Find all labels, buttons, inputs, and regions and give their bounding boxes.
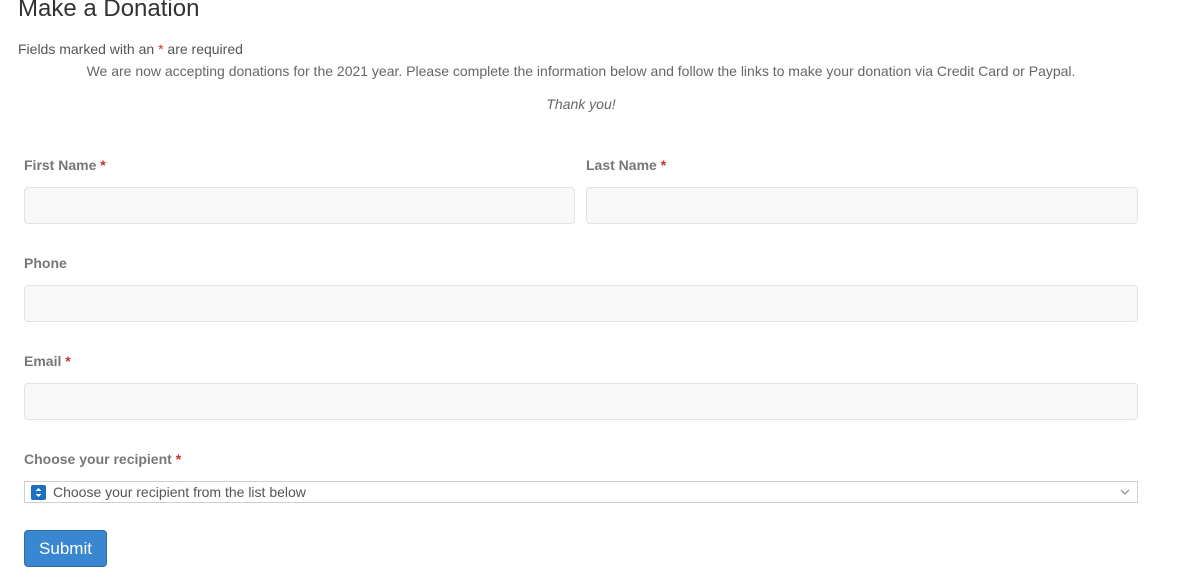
email-input[interactable]	[24, 383, 1138, 420]
phone-input[interactable]	[24, 285, 1138, 322]
chevron-down-icon	[1120, 489, 1130, 495]
recipient-select[interactable]: Choose your recipient from the list belo…	[24, 481, 1138, 503]
sort-arrows-icon	[31, 484, 46, 500]
page-title: Make a Donation	[18, 0, 200, 22]
first-name-input[interactable]	[24, 187, 575, 224]
submit-button[interactable]: Submit	[24, 530, 107, 567]
required-star: *	[175, 451, 182, 467]
recipient-label: Choose your recipient *	[24, 450, 181, 468]
recipient-selected-value: Choose your recipient from the list belo…	[53, 484, 306, 500]
required-note-suffix: are required	[163, 41, 243, 57]
recipient-label-text: Choose your recipient	[24, 451, 172, 467]
thank-you-text: Thank you!	[546, 96, 616, 112]
email-label: Email *	[24, 352, 71, 370]
donation-page: Make a Donation Fields marked with an * …	[0, 0, 1200, 577]
last-name-label: Last Name *	[586, 156, 666, 174]
last-name-label-text: Last Name	[586, 157, 657, 173]
required-star: *	[65, 353, 71, 369]
first-name-label: First Name *	[24, 156, 106, 174]
email-label-text: Email	[24, 353, 62, 369]
phone-label-text: Phone	[24, 255, 67, 271]
intro-text: We are now accepting donations for the 2…	[86, 63, 1076, 79]
required-star: *	[100, 157, 106, 173]
phone-label: Phone	[24, 254, 67, 272]
last-name-input[interactable]	[586, 187, 1138, 224]
required-fields-note: Fields marked with an * are required	[18, 40, 243, 58]
first-name-label-text: First Name	[24, 157, 97, 173]
required-note-prefix: Fields marked with an	[18, 41, 159, 57]
required-star: *	[660, 157, 667, 173]
